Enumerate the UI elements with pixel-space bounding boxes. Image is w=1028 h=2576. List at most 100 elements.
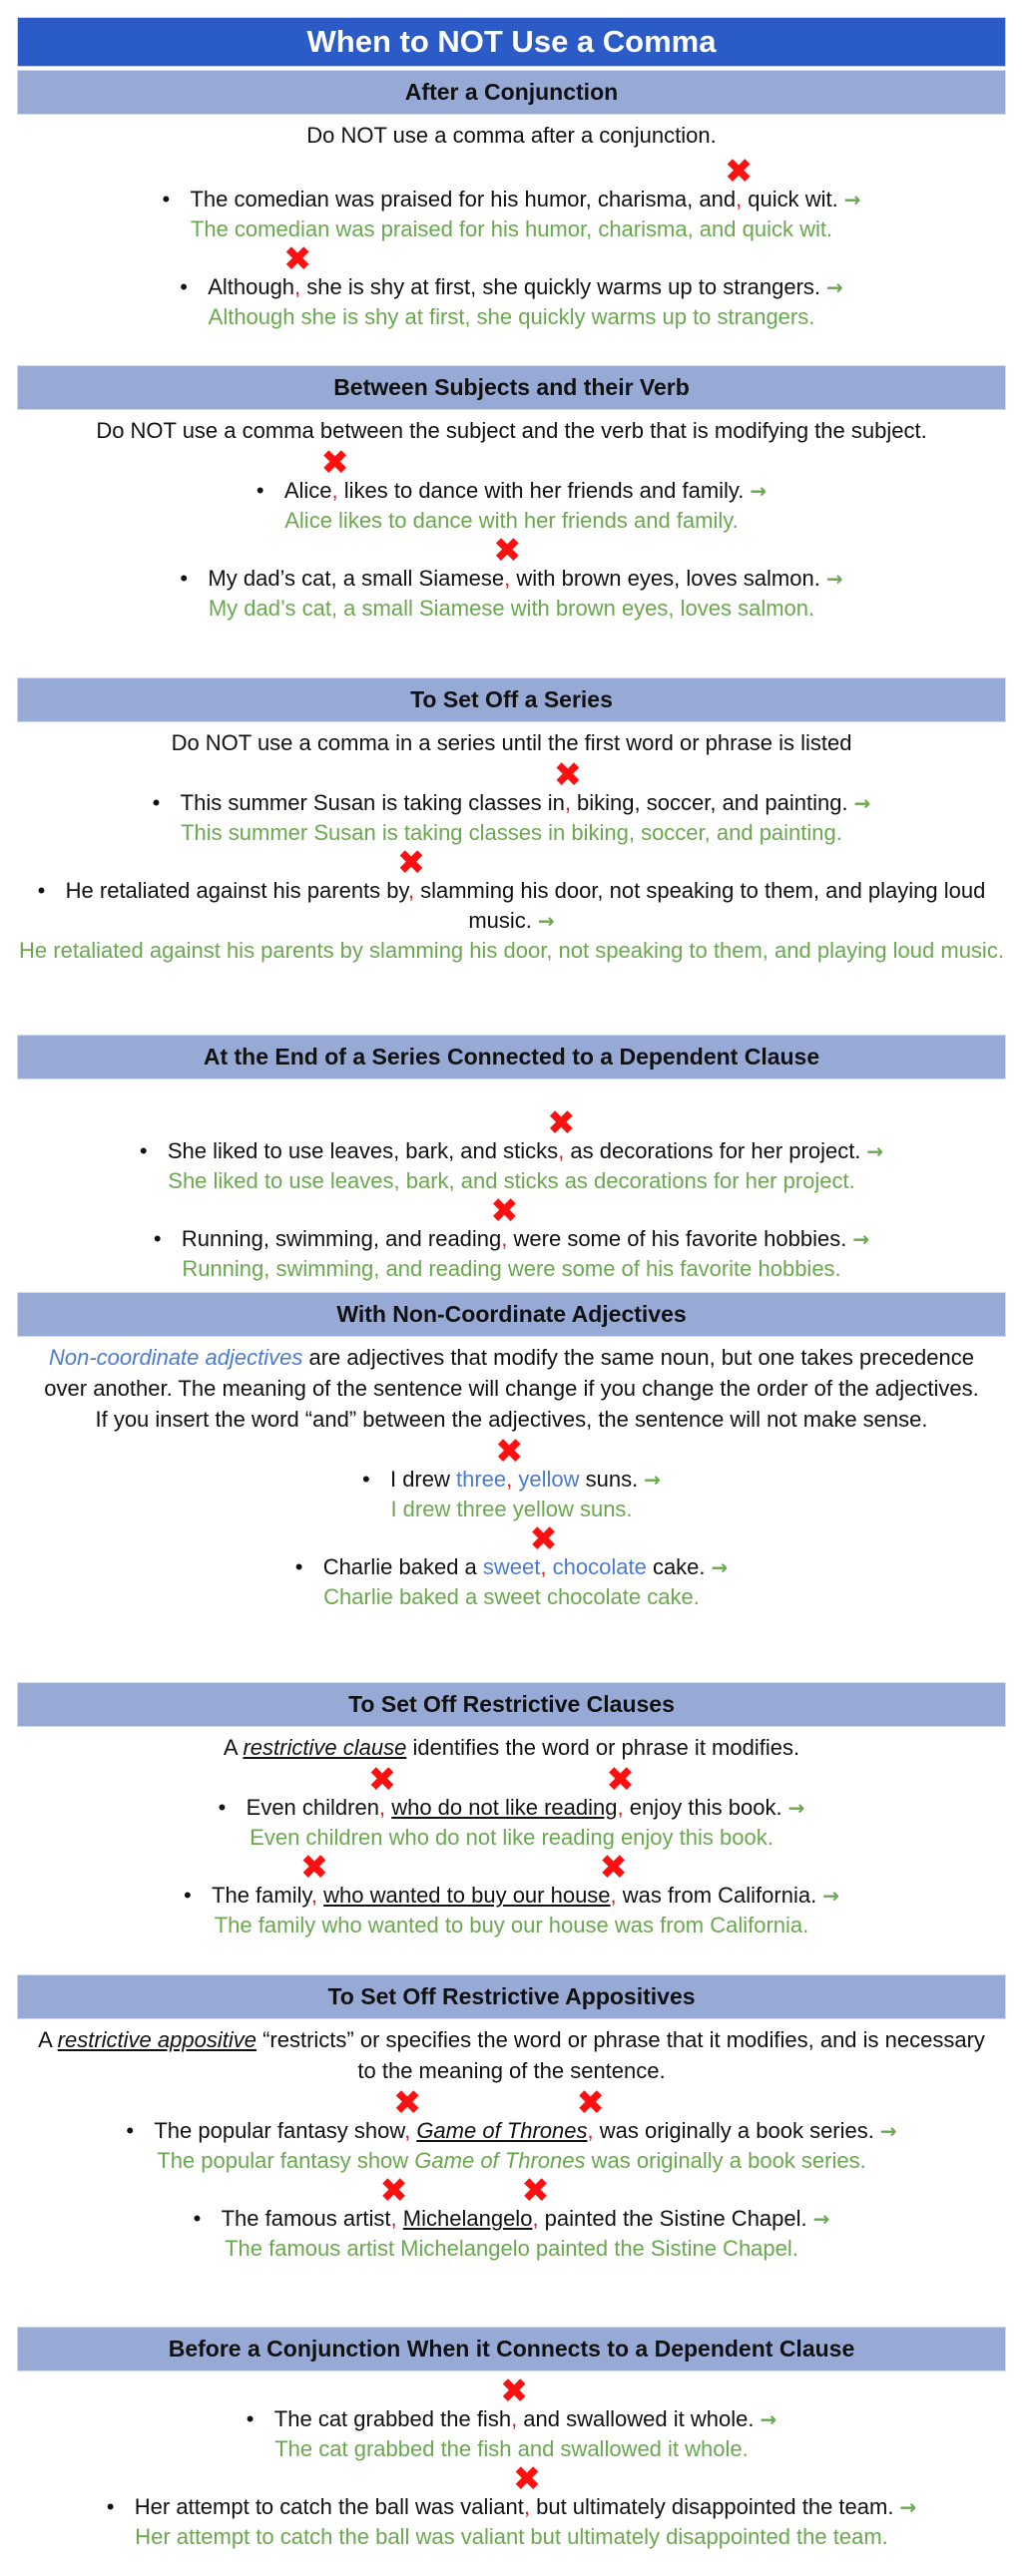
incorrect-sentence: • He retaliated against his parents by, ✖ …	[18, 843, 1005, 936]
bullet-icon: •	[139, 1138, 148, 1163]
example: • I drew three, ✖ yellow suns. → I drew thre…	[18, 1432, 1005, 1524]
x-mark-icon: ✖	[546, 1103, 576, 1143]
underlined-phrase: who wanted to buy our house	[323, 1883, 611, 1908]
corrected-sentence: He retaliated against his parents by sla…	[19, 938, 1004, 963]
corrected-sentence: The family who wanted to buy our house w…	[214, 1913, 809, 1937]
x-mark-icon: ✖	[379, 2171, 408, 2211]
bullet-icon: •	[361, 1467, 370, 1492]
incorrect-sentence: • The family, ✖ who wanted to buy our hous…	[184, 1851, 839, 1911]
corrected-sentence: Even children who do not like reading en…	[250, 1825, 773, 1850]
arrow-right-icon: →	[843, 188, 861, 212]
incorrect-comma: , ✖	[512, 2459, 542, 2519]
incorrect-comma: , ✖	[529, 1519, 558, 1579]
incorrect-sentence: • Charlie baked a sweet, ✖ chocolate cake.…	[294, 1519, 729, 1582]
arrow-right-icon: →	[852, 1227, 870, 1251]
x-mark-icon: ✖	[553, 755, 583, 795]
section-after-conjunction: After a Conjunction Do NOT use a comma af…	[18, 71, 1005, 332]
bullet-icon: •	[294, 1554, 303, 1579]
text-run: I drew	[389, 1467, 456, 1492]
incorrect-sentence: • Alice, ✖ likes to dance with her friends…	[256, 446, 767, 506]
arrow-right-icon: →	[879, 2119, 897, 2143]
x-mark-icon: ✖	[494, 1432, 524, 1472]
incorrect-sentence: • Her attempt to catch the ball was valia…	[106, 2459, 916, 2522]
section-description: Non-coordinate adjectives are adjectives…	[18, 1342, 1005, 1435]
title-italic: Game of Thrones	[414, 2148, 586, 2173]
x-mark-icon: ✖	[512, 2459, 542, 2499]
example: • My dad’s cat, a small Siamese, ✖ with br…	[18, 534, 1005, 624]
text-run: Charlie baked a	[322, 1554, 483, 1579]
bullet-icon: •	[184, 1883, 192, 1908]
text-run: Although	[208, 274, 295, 299]
text-run: she is shy at first, she quickly warms u…	[300, 274, 821, 299]
text-run: Even children	[246, 1795, 379, 1820]
example: • The comedian was praised for his humor,…	[18, 152, 1005, 244]
incorrect-comma: , ✖	[490, 1191, 519, 1251]
adjective-highlight: yellow	[518, 1467, 580, 1492]
arrow-right-icon: →	[825, 567, 843, 591]
example: • The famous artist, ✖ Michelangelo, ✖ pain…	[18, 2171, 1005, 2264]
text-run: but ultimately disappointed the team.	[530, 2494, 894, 2519]
incorrect-comma: , ✖	[546, 1103, 576, 1163]
corrected-sentence: The popular fantasy show Game of Thrones…	[18, 2146, 1005, 2176]
text-run: painted the Sistine Chapel.	[538, 2206, 807, 2231]
bullet-icon: •	[256, 478, 264, 503]
corrected-sentence: Although she is shy at first, she quickl…	[208, 304, 815, 329]
corrected-sentence: I drew three yellow suns.	[390, 1497, 633, 1521]
x-mark-icon: ✖	[396, 843, 426, 883]
text-run: A	[223, 1735, 244, 1760]
corrected-sentence: This summer Susan is taking classes in b…	[181, 820, 842, 845]
bullet-icon: •	[246, 2406, 255, 2431]
section-restrictive-appositives: To Set Off Restrictive Appositives A rest…	[18, 1975, 1005, 2264]
arrow-right-icon: →	[711, 1555, 729, 1579]
incorrect-comma: , ✖	[396, 843, 426, 903]
text-run: Do NOT use a comma after a conjunction.	[306, 123, 717, 148]
incorrect-comma: , ✖	[379, 2171, 408, 2231]
example: • Even children, ✖ who do not like reading…	[18, 1760, 1005, 1853]
text-run: The family	[212, 1883, 311, 1908]
text-run: A	[38, 2027, 58, 2052]
text-run: biking, soccer, and painting.	[570, 790, 848, 815]
example: • Running, swimming, and reading, ✖ were s…	[18, 1191, 1005, 1284]
bullet-icon: •	[193, 2206, 202, 2231]
incorrect-comma: , ✖	[724, 152, 754, 212]
section-heading: To Set Off a Series	[18, 678, 1005, 721]
x-mark-icon: ✖	[606, 1760, 635, 1800]
x-mark-icon: ✖	[392, 2083, 422, 2123]
corrected-sentence: The famous artist Michelangelo painted t…	[225, 2236, 798, 2261]
section-non-coordinate-adjectives: With Non-Coordinate Adjectives Non-coordi…	[18, 1293, 1005, 1612]
example: • The cat grabbed the fish, ✖ and swallowe…	[18, 2374, 1005, 2464]
underlined-phrase: restrictive appositive	[57, 2027, 257, 2052]
incorrect-comma: , ✖	[367, 1760, 397, 1820]
arrow-right-icon: →	[826, 275, 843, 299]
section-description: A restrictive clause identifies the word…	[18, 1732, 1005, 1763]
section-description: Do NOT use a comma between the subject a…	[18, 415, 1005, 446]
section-restrictive-clauses: To Set Off Restrictive Clauses A restrict…	[18, 1683, 1005, 1940]
text-run: Do NOT use a comma in a series until the…	[171, 730, 852, 755]
incorrect-sentence: • She liked to use leaves, bark, and stic…	[139, 1103, 884, 1166]
bullet-icon: •	[153, 1226, 162, 1251]
text-run: Do NOT use a comma between the subject a…	[96, 418, 927, 443]
text-run: with brown eyes, loves salmon.	[510, 566, 820, 591]
x-mark-icon: ✖	[724, 152, 754, 192]
adjective-highlight: chocolate	[552, 1554, 647, 1579]
x-mark-icon: ✖	[299, 1848, 329, 1888]
bullet-icon: •	[162, 187, 171, 212]
incorrect-comma: , ✖	[494, 1432, 524, 1492]
section-heading: To Set Off Restrictive Appositives	[18, 1975, 1005, 2018]
arrow-right-icon: →	[822, 1884, 839, 1908]
bullet-icon: •	[106, 2494, 115, 2519]
example: • This summer Susan is taking classes in,…	[18, 758, 1005, 848]
x-mark-icon: ✖	[492, 531, 522, 571]
incorrect-comma: , ✖	[606, 1760, 635, 1820]
text-run: cake.	[646, 1554, 706, 1579]
incorrect-sentence: • The famous artist, ✖ Michelangelo, ✖ pain…	[193, 2171, 830, 2234]
arrow-right-icon: →	[866, 1139, 884, 1163]
example: • Her attempt to catch the ball was valia…	[18, 2459, 1005, 2552]
text-run: He retaliated against his parents by	[65, 878, 408, 903]
arrow-right-icon: →	[812, 2207, 830, 2231]
bullet-icon: •	[152, 790, 161, 815]
arrow-right-icon: →	[644, 1468, 662, 1492]
text-run: was from California.	[616, 1883, 817, 1908]
x-mark-icon: ✖	[599, 1848, 628, 1888]
incorrect-sentence: • The cat grabbed the fish, ✖ and swallowe…	[246, 2374, 776, 2434]
